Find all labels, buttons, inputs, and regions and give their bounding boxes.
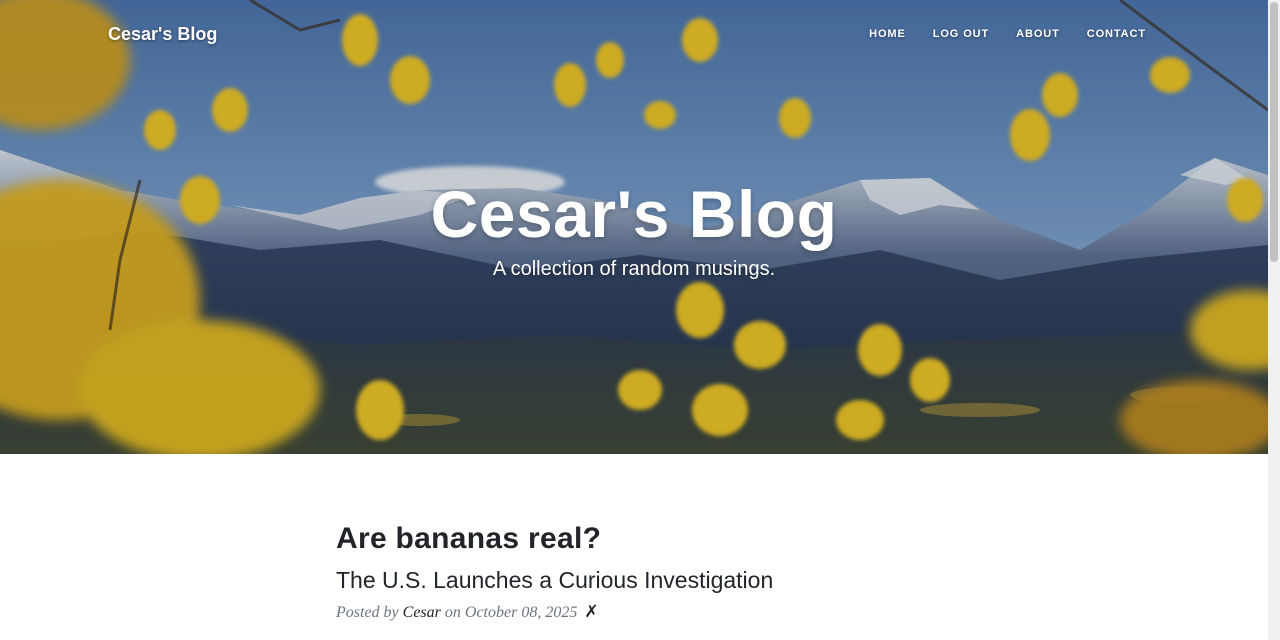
post-meta-prefix: Posted by	[336, 604, 399, 621]
post-meta: Posted by Cesar on October 08, 2025 ✗	[336, 602, 936, 622]
navbar-brand[interactable]: Cesar's Blog	[108, 24, 217, 45]
post-link[interactable]: Are bananas real? The U.S. Launches a Cu…	[336, 518, 936, 596]
delete-icon[interactable]: ✗	[584, 602, 598, 621]
site-subtitle: A collection of random musings.	[492, 258, 776, 280]
nav-about-link[interactable]: ABOUT	[1016, 28, 1060, 40]
nav-home-link[interactable]: HOME	[869, 28, 906, 40]
scrollbar[interactable]	[1268, 0, 1280, 640]
scrollbar-thumb[interactable]	[1270, 2, 1278, 262]
post-title: Are bananas real?	[336, 522, 602, 555]
post-meta-on: on	[444, 604, 461, 621]
site-title: Cesar's Blog	[430, 177, 838, 251]
masthead: Cesar's Blog HOME LOG OUT ABOUT CONTACT …	[0, 0, 1268, 454]
post-subtitle: The U.S. Launches a Curious Investigatio…	[336, 567, 774, 593]
nav-logout-link[interactable]: LOG OUT	[933, 28, 989, 40]
post-date: October 08, 2025	[464, 604, 578, 621]
page: Cesar's Blog HOME LOG OUT ABOUT CONTACT …	[0, 0, 1280, 640]
nav-contact-link[interactable]: CONTACT	[1087, 28, 1146, 40]
nav-links: HOME LOG OUT ABOUT CONTACT	[869, 28, 1146, 40]
post-preview: Are bananas real? The U.S. Launches a Cu…	[336, 518, 936, 622]
site-heading: Cesar's Blog A collection of random musi…	[0, 176, 1268, 281]
post-author-link[interactable]: Cesar	[403, 604, 441, 621]
navbar: Cesar's Blog HOME LOG OUT ABOUT CONTACT	[0, 0, 1268, 70]
